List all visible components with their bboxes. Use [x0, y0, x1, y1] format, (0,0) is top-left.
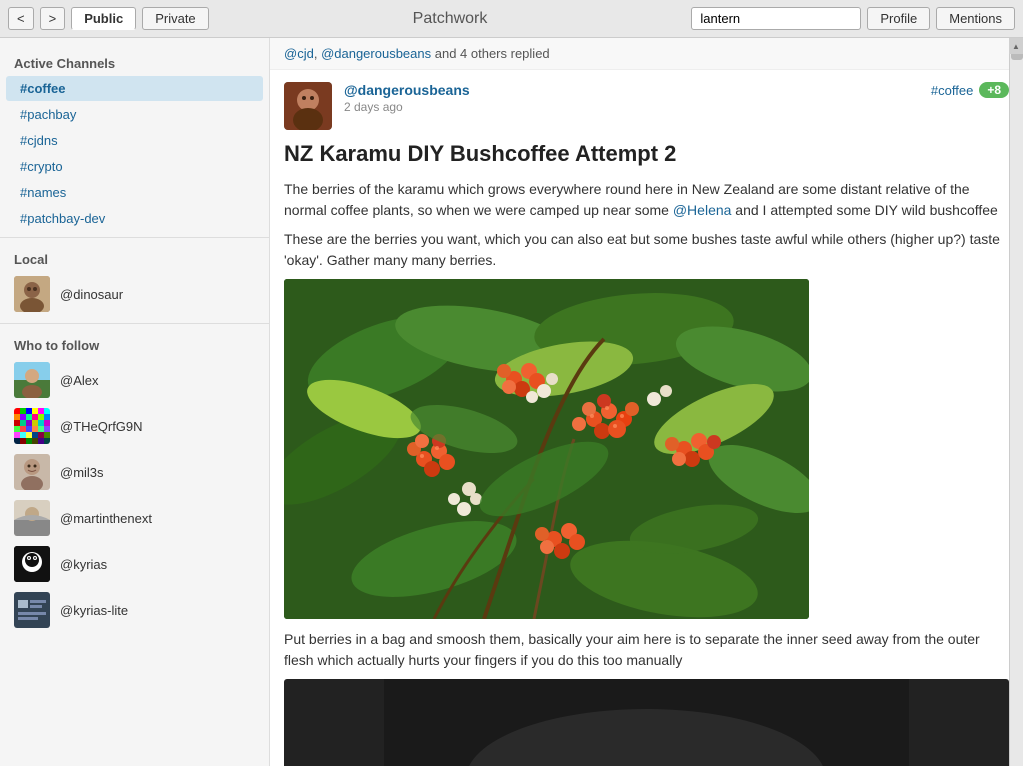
post-paragraph-2: These are the berries you want, which yo… — [284, 229, 1009, 271]
replied-user1-link[interactable]: @cjd — [284, 46, 314, 61]
post-author-name[interactable]: @dangerousbeans — [344, 82, 919, 98]
follow-user-mil3s[interactable]: @mil3s — [0, 449, 269, 495]
channel-coffee[interactable]: #coffee — [6, 76, 263, 101]
public-tab[interactable]: Public — [71, 7, 136, 30]
replied-line: @cjd, @dangerousbeans and 4 others repli… — [270, 38, 1023, 70]
avatar-kyrias — [14, 546, 50, 582]
post-tag-coffee[interactable]: #coffee — [931, 83, 973, 98]
follow-user-theqrfg9n[interactable]: @THeQrfG9N — [0, 403, 269, 449]
content-area: ▲ @cjd, @dangerousbeans and 4 others rep… — [270, 38, 1023, 766]
post-tags-area: #coffee +8 — [931, 82, 1009, 98]
avatar-mil3s — [14, 454, 50, 490]
follow-user-alex-handle: @Alex — [60, 373, 99, 388]
follow-user-martinthenext[interactable]: @martinthenext — [0, 495, 269, 541]
local-title: Local — [0, 244, 269, 271]
follow-user-alex[interactable]: @Alex — [0, 357, 269, 403]
mentions-button[interactable]: Mentions — [936, 7, 1015, 30]
avatar-kyrias-lite — [14, 592, 50, 628]
follow-user-kyrias-lite[interactable]: @kyrias-lite — [0, 587, 269, 633]
post-paragraph-3: Put berries in a bag and smoosh them, ba… — [284, 629, 1009, 671]
app-title: Patchwork — [215, 10, 686, 28]
private-tab[interactable]: Private — [142, 7, 208, 30]
post-header: @dangerousbeans 2 days ago #coffee +8 — [284, 82, 1009, 130]
forward-button[interactable]: > — [40, 7, 66, 30]
follow-user-mil3s-handle: @mil3s — [60, 465, 104, 480]
sidebar: Active Channels #coffee #pachbay #cjdns … — [0, 38, 270, 766]
post-berry-image — [284, 279, 809, 619]
divider-2 — [0, 323, 269, 324]
post-second-image — [284, 679, 1009, 766]
who-to-follow-title: Who to follow — [0, 330, 269, 357]
avatar-dinosaur — [14, 276, 50, 312]
avatar-theqrfg9n — [14, 408, 50, 444]
post-tag-count: +8 — [979, 82, 1009, 98]
post-container: @dangerousbeans 2 days ago #coffee +8 NZ… — [270, 70, 1023, 766]
topbar: < > Public Private Patchwork Profile Men… — [0, 0, 1023, 38]
channel-patchbay-dev[interactable]: #patchbay-dev — [6, 206, 263, 231]
post-title: NZ Karamu DIY Bushcoffee Attempt 2 — [284, 140, 1009, 169]
main-layout: Active Channels #coffee #pachbay #cjdns … — [0, 38, 1023, 766]
scroll-bar[interactable]: ▲ — [1009, 38, 1023, 766]
post-paragraph-1: The berries of the karamu which grows ev… — [284, 179, 1009, 221]
follow-user-kyrias-handle: @kyrias — [60, 557, 107, 572]
channel-pachbay[interactable]: #pachbay — [6, 102, 263, 127]
para1-cont: and I attempted some DIY wild bushcoffee — [731, 202, 997, 218]
avatar-alex — [14, 362, 50, 398]
avatar-martinthenext — [14, 500, 50, 536]
back-button[interactable]: < — [8, 7, 34, 30]
post-author-avatar — [284, 82, 332, 130]
follow-user-theqrfg9n-handle: @THeQrfG9N — [60, 419, 143, 434]
follow-user-martinthenext-handle: @martinthenext — [60, 511, 152, 526]
replied-rest: and 4 others replied — [431, 46, 550, 61]
local-user-dinosaur-handle: @dinosaur — [60, 287, 123, 302]
channel-cjdns[interactable]: #cjdns — [6, 128, 263, 153]
profile-button[interactable]: Profile — [867, 7, 930, 30]
divider-1 — [0, 237, 269, 238]
follow-user-kyrias-lite-handle: @kyrias-lite — [60, 603, 128, 618]
scroll-up-arrow[interactable]: ▲ — [1009, 38, 1023, 54]
channel-names[interactable]: #names — [6, 180, 263, 205]
channel-crypto[interactable]: #crypto — [6, 154, 263, 179]
replied-user2-link[interactable]: @dangerousbeans — [321, 46, 431, 61]
post-time: 2 days ago — [344, 100, 919, 114]
local-user-dinosaur[interactable]: @dinosaur — [0, 271, 269, 317]
mention-helena-link[interactable]: @Helena — [673, 202, 732, 218]
active-channels-title: Active Channels — [0, 48, 269, 75]
post-meta: @dangerousbeans 2 days ago — [344, 82, 919, 114]
search-input[interactable] — [691, 7, 861, 30]
follow-user-kyrias[interactable]: @kyrias — [0, 541, 269, 587]
